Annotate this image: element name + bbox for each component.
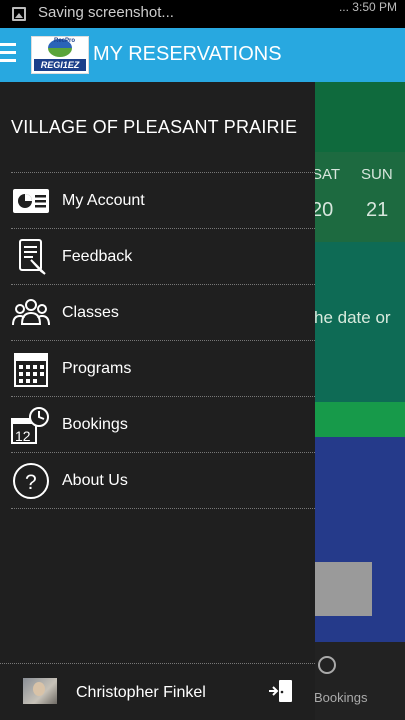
svg-text:?: ? bbox=[25, 471, 37, 494]
menu-item-label: Programs bbox=[62, 360, 132, 377]
menu-item-programs[interactable]: Programs bbox=[0, 341, 315, 397]
drawer-menu: My Account Feedback Classes Programs 12 … bbox=[0, 173, 315, 509]
menu-item-label: Feedback bbox=[62, 248, 133, 265]
app-logo: RecPro REGI1EZ bbox=[31, 36, 89, 74]
date-20[interactable]: 20 bbox=[314, 199, 333, 222]
svg-text:12: 12 bbox=[15, 428, 31, 444]
menu-item-bookings[interactable]: 12 Bookings bbox=[0, 397, 315, 453]
date-21[interactable]: 21 bbox=[366, 199, 388, 222]
status-right-text: ... 3:50 PM bbox=[338, 0, 397, 14]
organization-name: VILLAGE OF PLEASANT PRAIRIE bbox=[11, 117, 298, 137]
feedback-icon bbox=[19, 239, 46, 275]
about-question-icon: ? bbox=[13, 463, 49, 499]
day-label-sat: SAT bbox=[314, 166, 341, 183]
bookings-tab-icon[interactable] bbox=[318, 656, 336, 674]
background-hint-text: he date or bbox=[314, 308, 391, 327]
user-name: Christopher Finkel bbox=[76, 684, 206, 701]
avatar[interactable] bbox=[23, 678, 57, 704]
menu-item-label: About Us bbox=[62, 472, 128, 489]
menu-item-label: My Account bbox=[62, 192, 145, 209]
app-bar: RecPro REGI1EZ MY RESERVATIONS bbox=[0, 28, 405, 82]
programs-calendar-icon bbox=[14, 353, 48, 387]
background-content: SAT SUN 20 21 he date or Bookings bbox=[314, 82, 405, 720]
divider bbox=[0, 663, 315, 664]
bookings-calendar-clock-icon: 12 bbox=[11, 407, 49, 444]
account-card-icon bbox=[13, 189, 49, 213]
menu-item-classes[interactable]: Classes bbox=[0, 285, 315, 341]
navigation-drawer: VILLAGE OF PLEASANT PRAIRIE My Account F… bbox=[0, 82, 315, 720]
background-button[interactable] bbox=[314, 562, 372, 616]
menu-item-my-account[interactable]: My Account bbox=[0, 173, 315, 229]
logo-top-text: RecPro bbox=[54, 38, 76, 44]
logout-icon[interactable] bbox=[268, 678, 294, 704]
logo-bottom-text: REGI1EZ bbox=[34, 59, 86, 71]
menu-item-label: Bookings bbox=[62, 416, 128, 433]
bookings-tab-label[interactable]: Bookings bbox=[314, 690, 367, 705]
status-bar: Saving screenshot... ... 3:50 PM bbox=[0, 0, 405, 28]
menu-item-about-us[interactable]: ? About Us bbox=[0, 453, 315, 509]
menu-item-label: Classes bbox=[62, 304, 119, 321]
hamburger-menu-icon[interactable] bbox=[0, 43, 18, 65]
status-notification-text: Saving screenshot... bbox=[38, 4, 174, 21]
screenshot-notification-icon bbox=[12, 7, 26, 21]
menu-item-feedback[interactable]: Feedback bbox=[0, 229, 315, 285]
page-title: MY RESERVATIONS bbox=[93, 43, 282, 65]
day-label-sun: SUN bbox=[361, 166, 393, 183]
classes-people-icon bbox=[12, 299, 50, 326]
